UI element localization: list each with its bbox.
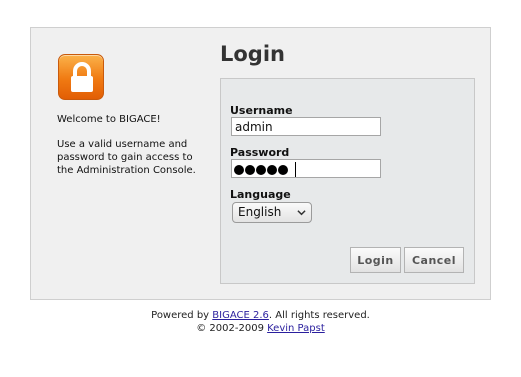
username-label: Username	[230, 104, 293, 117]
password-mask	[234, 161, 288, 178]
chevron-down-icon	[297, 210, 306, 216]
powered-by-text: Powered by BIGACE 2.6. All rights reserv…	[0, 310, 521, 321]
copyright-text: © 2002-2009 Kevin Papst	[0, 323, 521, 334]
language-select[interactable]: English	[232, 202, 312, 223]
language-selected-value: English	[238, 205, 282, 219]
login-button[interactable]: Login	[350, 247, 401, 273]
author-link[interactable]: Kevin Papst	[267, 323, 325, 334]
powered-by-prefix: Powered by	[151, 310, 210, 321]
username-field[interactable]	[231, 117, 381, 136]
text-caret	[295, 162, 296, 177]
copyright-prefix: © 2002-2009	[196, 323, 264, 334]
bigace-link[interactable]: BIGACE 2.6	[212, 310, 269, 321]
lock-icon	[58, 54, 104, 100]
cancel-button[interactable]: Cancel	[404, 247, 464, 273]
language-label: Language	[230, 188, 291, 201]
powered-by-suffix: . All rights reserved.	[268, 310, 370, 321]
password-label: Password	[230, 146, 290, 159]
welcome-text: Welcome to BIGACE!	[57, 114, 161, 125]
page-title: Login	[220, 42, 285, 66]
description-text: Use a valid username and password to gai…	[57, 139, 196, 176]
